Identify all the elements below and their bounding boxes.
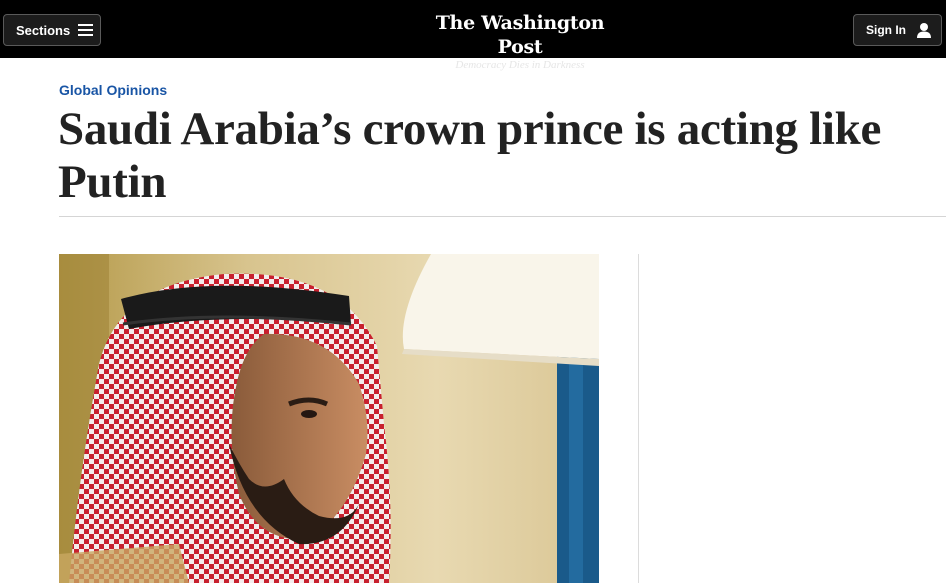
- washington-post-logo[interactable]: The Washington Post: [420, 11, 620, 59]
- sidebar-divider: [638, 254, 639, 583]
- article-lead-photo: [59, 254, 599, 583]
- article-headline: Saudi Arabia’s crown prince is acting li…: [58, 103, 882, 208]
- sections-label: Sections: [16, 22, 71, 38]
- sign-in-button[interactable]: Sign In: [853, 14, 942, 46]
- top-navigation-bar: Sections The Washington Post Democracy D…: [0, 0, 946, 71]
- section-kicker-link[interactable]: Global Opinions: [59, 82, 167, 98]
- user-icon: [916, 22, 932, 38]
- hamburger-menu-icon: [78, 24, 94, 36]
- masthead-tagline: Democracy Dies in Darkness: [455, 59, 585, 71]
- sign-in-label: Sign In: [866, 23, 906, 37]
- headline-divider: [59, 216, 946, 217]
- masthead[interactable]: The Washington Post Democracy Dies in Da…: [420, 11, 620, 72]
- sections-button[interactable]: Sections: [3, 14, 101, 46]
